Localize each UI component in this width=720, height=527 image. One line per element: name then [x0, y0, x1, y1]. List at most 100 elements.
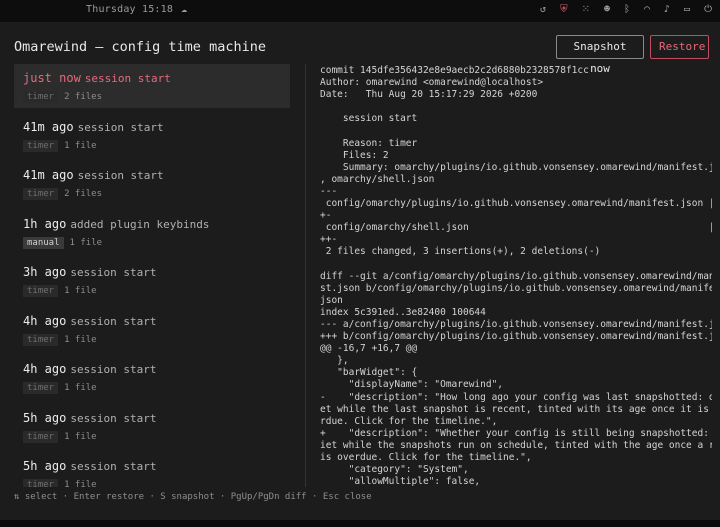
entry-tag: timer: [23, 430, 59, 443]
snapshot-list[interactable]: just now session start timer 2 files 41m ago…: [14, 64, 290, 487]
entry-age: 41m ago: [23, 119, 74, 134]
snapshot-now-button[interactable]: Snapshot now: [556, 35, 644, 75]
entry-age: 5h ago: [23, 459, 67, 473]
diff-line: Files: 2: [320, 149, 389, 161]
entry-file-count: 2 files: [64, 92, 103, 102]
system-tray: ↺ ⛨ ⁙ ☻ ᛒ ◠ ♪ ▭ ⏻: [540, 4, 712, 15]
diff-line: +++ b/config/omarchy/plugins/io.github.v…: [320, 331, 712, 343]
entry-file-count: 2 files: [64, 189, 103, 199]
system-top-bar: Thursday 15:18 ☁ ↺ ⛨ ⁙ ☻ ᛒ ◠ ♪ ▭ ⏻: [0, 0, 720, 22]
diff-line: 2 files changed, 3 insertions(+), 2 dele…: [320, 246, 601, 258]
entry-message: session start: [70, 460, 157, 473]
diff-line: rdue. Click for the timeline.",: [320, 415, 498, 427]
clock-text: Thursday 15:18: [86, 4, 174, 15]
entry-file-count: 1 file: [64, 431, 97, 442]
snapshot-entry[interactable]: 41m ago session start timer 1 file: [14, 113, 290, 157]
entry-tag: timer: [23, 285, 59, 297]
entry-tag: timer: [23, 139, 59, 152]
entry-age: 5h ago: [23, 410, 67, 425]
diff-line: "category": "System",: [320, 464, 469, 476]
shield-icon[interactable]: ⛨: [560, 4, 568, 15]
entry-message: session start: [70, 363, 157, 376]
snapshot-entry[interactable]: 5h ago session start timer 1 file: [14, 452, 290, 487]
diff-line: [320, 101, 712, 113]
robot-icon[interactable]: ☻: [604, 4, 610, 15]
bottom-strip: [0, 520, 720, 527]
bluetooth-icon[interactable]: ᛒ: [624, 4, 630, 15]
diff-line: [320, 259, 712, 271]
diff-line: --- a/config/omarchy/plugins/io.github.v…: [320, 318, 712, 330]
diff-line: Summary: omarchy/plugins/io.github.vonse…: [320, 161, 712, 173]
diff-line: config/omarchy/plugins/io.github.vonsens…: [320, 198, 712, 210]
diff-line: commit 145dfe356432e8e9aecb2c2d6880b2328…: [320, 65, 589, 76]
diff-line: Date: Thu Aug 20 15:17:29 2026 +0200: [320, 89, 538, 101]
diff-line: config/omarchy/shell.json | 3: [320, 222, 712, 234]
diff-line: session start: [320, 113, 418, 125]
pane-divider: [305, 64, 306, 487]
entry-file-count: 1 file: [64, 383, 97, 393]
entry-tag: timer: [23, 333, 59, 346]
dots-grid-icon[interactable]: ⁙: [582, 4, 590, 15]
diff-line: is overdue. Click for the timeline.",: [320, 452, 532, 463]
history-icon[interactable]: ↺: [540, 4, 546, 15]
diff-line: },: [320, 355, 349, 367]
diff-line: index 5c391ed..3e82400 100644: [320, 306, 486, 318]
entry-tag: timer: [23, 91, 59, 103]
entry-age: 41m ago: [23, 168, 74, 182]
entry-tag: timer: [23, 188, 59, 200]
diff-line: json: [320, 294, 343, 306]
entry-message: session start: [77, 120, 164, 134]
time-machine-dialog: Omarewind — config time machine Snapshot…: [0, 22, 720, 520]
monitor-icon[interactable]: ▭: [684, 4, 690, 15]
diff-line: , omarchy/shell.json: [320, 173, 435, 185]
snapshot-entry[interactable]: 1h ago added plugin keybinds manual 1 file: [14, 210, 290, 254]
entry-message: session start: [70, 266, 157, 279]
entry-tag: timer: [23, 382, 59, 394]
entry-age: 1h ago: [23, 216, 67, 231]
diff-line: et while the last snapshot is recent, ti…: [320, 403, 712, 415]
entry-age: just now: [23, 71, 81, 85]
entry-age: 4h ago: [23, 313, 67, 328]
diff-view[interactable]: commit 145dfe356432e8e9aecb2c2d6880b2328…: [320, 65, 712, 487]
diff-line: [320, 125, 712, 137]
snapshot-entry[interactable]: just now session start timer 2 files: [14, 64, 290, 108]
entry-file-count: 1 file: [64, 286, 97, 296]
diff-line: +-: [320, 210, 332, 222]
entry-message: session start: [70, 411, 157, 425]
power-icon[interactable]: ⏻: [704, 4, 712, 15]
snapshot-entry[interactable]: 3h ago session start timer 1 file: [14, 258, 290, 302]
snapshot-entry[interactable]: 41m ago session start timer 2 files: [14, 161, 290, 205]
entry-message: session start: [77, 169, 164, 182]
snapshot-entry[interactable]: 4h ago session start timer 1 file: [14, 355, 290, 399]
entry-tag: manual: [23, 236, 64, 249]
diff-line: diff --git a/config/omarchy/plugins/io.g…: [320, 270, 712, 282]
diff-line: st.json b/config/omarchy/plugins/io.gith…: [320, 282, 712, 294]
entry-file-count: 1 file: [64, 140, 97, 151]
diff-line: "allowMultiple": false,: [320, 476, 481, 487]
diff-line: + "description": "Whether your config is…: [320, 427, 712, 439]
diff-line: - "description": "How long ago your conf…: [320, 391, 712, 403]
wifi-icon[interactable]: ◠: [644, 4, 650, 15]
dialog-title: Omarewind — config time machine: [14, 39, 266, 55]
snapshot-entry[interactable]: 5h ago session start timer 1 file: [14, 404, 290, 448]
entry-age: 3h ago: [23, 265, 67, 279]
entry-message: added plugin keybinds: [70, 217, 210, 231]
diff-line: ++-: [320, 234, 338, 246]
diff-line: iet while the snapshots run on schedule,…: [320, 439, 712, 451]
entry-file-count: 1 file: [69, 237, 103, 248]
diff-line: "barWidget": {: [320, 367, 418, 379]
diff-line: Reason: timer: [320, 137, 418, 149]
diff-line: ---: [320, 185, 338, 197]
diff-line: @@ -16,7 +16,7 @@: [320, 343, 418, 355]
clock[interactable]: Thursday 15:18 ☁: [86, 4, 187, 15]
keyboard-help: ⇅ select · Enter restore · S snapshot · …: [14, 492, 372, 502]
bell-icon[interactable]: ♪: [664, 4, 670, 15]
diff-line: Author: omarewind <omarewind@localhost>: [320, 77, 544, 89]
entry-file-count: 1 file: [64, 334, 97, 345]
restore-button[interactable]: Restore: [650, 35, 709, 59]
diff-line: "displayName": "Omarewind",: [320, 379, 504, 391]
weather-cloud-icon: ☁: [181, 4, 188, 15]
entry-message: session start: [70, 314, 157, 328]
snapshot-entry[interactable]: 4h ago session start timer 1 file: [14, 307, 290, 351]
entry-message: session start: [84, 72, 171, 85]
